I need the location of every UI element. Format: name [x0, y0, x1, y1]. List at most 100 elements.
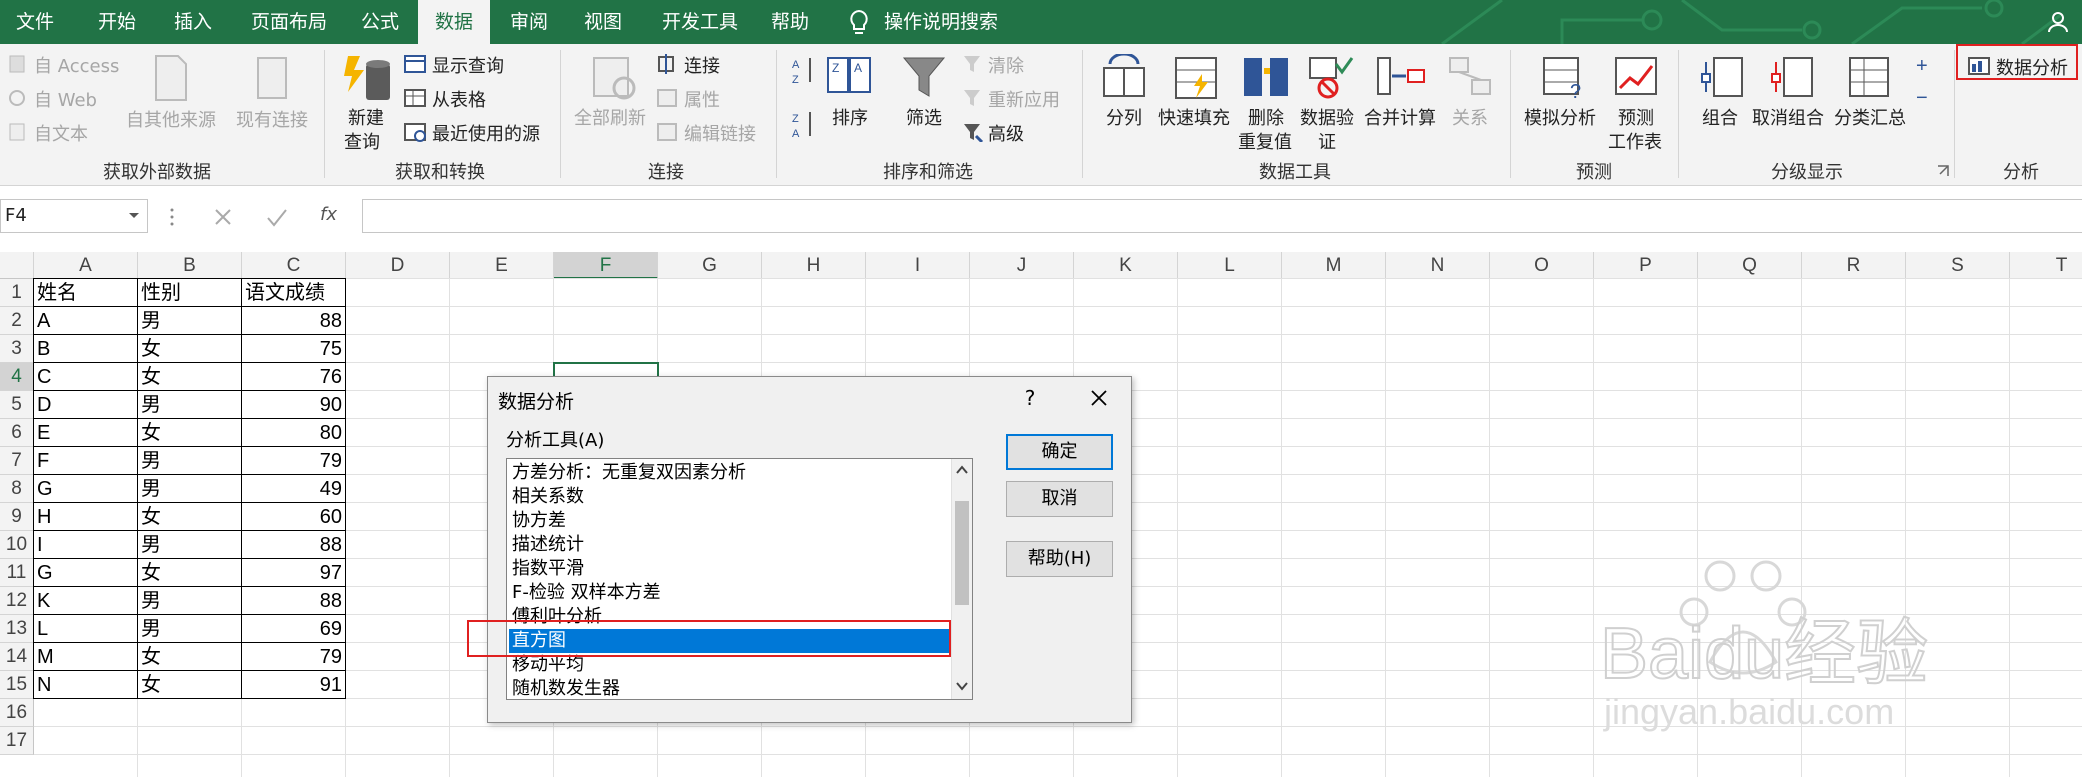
remove-duplicates-label-1[interactable]: 删除	[1248, 104, 1284, 130]
tab-home[interactable]: 开始	[88, 0, 146, 44]
forecast-sheet-label-1[interactable]: 预测	[1618, 104, 1654, 130]
row-header-11[interactable]: 11	[0, 559, 34, 587]
analysis-tool-item[interactable]: 随机数发生器	[509, 677, 950, 699]
remove-duplicates-label-2[interactable]: 重复值	[1238, 128, 1292, 154]
cell-A12[interactable]: K	[34, 587, 138, 615]
cell-C6[interactable]: 80	[242, 419, 346, 447]
column-header-J[interactable]: J	[970, 252, 1074, 279]
cell-A8[interactable]: G	[34, 475, 138, 503]
cell-C10[interactable]: 88	[242, 531, 346, 559]
row-header-16[interactable]: 16	[0, 699, 34, 727]
cell-C3[interactable]: 75	[242, 335, 346, 363]
sort-button[interactable]: 排序	[832, 104, 868, 130]
column-header-F[interactable]: F	[554, 252, 658, 279]
listbox-scrollbar[interactable]	[951, 459, 972, 699]
cell-B12[interactable]: 男	[138, 587, 242, 615]
row-header-4[interactable]: 4	[0, 363, 34, 391]
sort-descending-icon[interactable]: ZA	[792, 110, 816, 140]
cell-C4[interactable]: 76	[242, 363, 346, 391]
cell-C5[interactable]: 90	[242, 391, 346, 419]
cell-B2[interactable]: 男	[138, 307, 242, 335]
cell-A14[interactable]: M	[34, 643, 138, 671]
analysis-tool-item[interactable]: 指数平滑	[509, 557, 950, 581]
cell-C14[interactable]: 79	[242, 643, 346, 671]
advanced-button[interactable]: 高级	[988, 120, 1024, 146]
cell-B11[interactable]: 女	[138, 559, 242, 587]
row-header-10[interactable]: 10	[0, 531, 34, 559]
cell-B1[interactable]: 性别	[138, 279, 242, 307]
cell-C13[interactable]: 69	[242, 615, 346, 643]
cancel-formula-icon[interactable]	[212, 206, 234, 228]
analysis-tool-item[interactable]: 协方差	[509, 509, 950, 533]
insert-function-icon[interactable]: fx	[320, 204, 337, 225]
new-query-label-2[interactable]: 查询	[344, 128, 380, 154]
cell-B3[interactable]: 女	[138, 335, 242, 363]
cell-B13[interactable]: 男	[138, 615, 242, 643]
cell-A11[interactable]: G	[34, 559, 138, 587]
forecast-sheet-label-2[interactable]: 工作表	[1608, 128, 1662, 154]
analysis-tools-listbox[interactable]: 方差分析：无重复双因素分析 相关系数 协方差 描述统计 指数平滑 F-检验 双样本方差 傅利…	[506, 458, 973, 700]
row-header-17[interactable]: 17	[0, 727, 34, 755]
column-header-R[interactable]: R	[1802, 252, 1906, 279]
from-table-button[interactable]: 从表格	[432, 86, 486, 112]
column-header-E[interactable]: E	[450, 252, 554, 279]
cell-A4[interactable]: C	[34, 363, 138, 391]
cell-C7[interactable]: 79	[242, 447, 346, 475]
from-web-button[interactable]: 自 Web	[34, 86, 97, 112]
column-header-O[interactable]: O	[1490, 252, 1594, 279]
group-button[interactable]: 组合	[1702, 104, 1738, 130]
tab-page-layout[interactable]: 页面布局	[240, 0, 338, 44]
cell-A5[interactable]: D	[34, 391, 138, 419]
tell-me-search[interactable]: 操作说明搜索	[884, 0, 1004, 44]
from-text-button[interactable]: 自文本	[34, 120, 88, 146]
refresh-all-button[interactable]: 全部刷新	[574, 104, 646, 130]
filter-button[interactable]: 筛选	[906, 104, 942, 130]
formula-input[interactable]	[362, 199, 2082, 233]
relationships-button[interactable]: 关系	[1452, 104, 1488, 130]
name-box-dropdown-icon[interactable]	[128, 211, 140, 221]
cell-C15[interactable]: 91	[242, 671, 346, 699]
cell-C12[interactable]: 88	[242, 587, 346, 615]
properties-button[interactable]: 属性	[684, 86, 720, 112]
subtotal-button[interactable]: 分类汇总	[1834, 104, 1906, 130]
clear-button[interactable]: 清除	[988, 52, 1024, 78]
cell-A3[interactable]: B	[34, 335, 138, 363]
column-header-G[interactable]: G	[658, 252, 762, 279]
cell-B9[interactable]: 女	[138, 503, 242, 531]
row-header-9[interactable]: 9	[0, 503, 34, 531]
column-header-P[interactable]: P	[1594, 252, 1698, 279]
column-header-N[interactable]: N	[1386, 252, 1490, 279]
column-header-M[interactable]: M	[1282, 252, 1386, 279]
what-if-analysis-button[interactable]: 模拟分析	[1524, 104, 1596, 130]
cell-C9[interactable]: 60	[242, 503, 346, 531]
cell-B15[interactable]: 女	[138, 671, 242, 699]
tab-insert[interactable]: 插入	[164, 0, 222, 44]
cell-A10[interactable]: I	[34, 531, 138, 559]
row-header-14[interactable]: 14	[0, 643, 34, 671]
reapply-button[interactable]: 重新应用	[988, 86, 1060, 112]
cell-B8[interactable]: 男	[138, 475, 242, 503]
row-header-7[interactable]: 7	[0, 447, 34, 475]
cell-A1[interactable]: 姓名	[34, 279, 138, 307]
row-header-3[interactable]: 3	[0, 335, 34, 363]
from-access-button[interactable]: 自 Access	[34, 52, 119, 78]
row-header-5[interactable]: 5	[0, 391, 34, 419]
tab-data[interactable]: 数据	[418, 0, 490, 44]
name-box[interactable]: F4	[0, 199, 148, 233]
cancel-button[interactable]: 取消	[1006, 481, 1113, 517]
column-header-A[interactable]: A	[34, 252, 138, 279]
column-header-I[interactable]: I	[866, 252, 970, 279]
row-header-13[interactable]: 13	[0, 615, 34, 643]
cell-C8[interactable]: 49	[242, 475, 346, 503]
cell-B6[interactable]: 女	[138, 419, 242, 447]
cell-B10[interactable]: 男	[138, 531, 242, 559]
cell-A13[interactable]: L	[34, 615, 138, 643]
account-icon[interactable]	[2046, 10, 2070, 34]
cell-C1[interactable]: 语文成绩	[242, 279, 346, 307]
connections-button[interactable]: 连接	[684, 52, 720, 78]
analysis-tool-item[interactable]: 方差分析：无重复双因素分析	[509, 461, 950, 485]
cell-B5[interactable]: 男	[138, 391, 242, 419]
analysis-tool-item[interactable]: 相关系数	[509, 485, 950, 509]
data-validation-label-1[interactable]: 数据验	[1300, 104, 1354, 130]
cell-B4[interactable]: 女	[138, 363, 242, 391]
